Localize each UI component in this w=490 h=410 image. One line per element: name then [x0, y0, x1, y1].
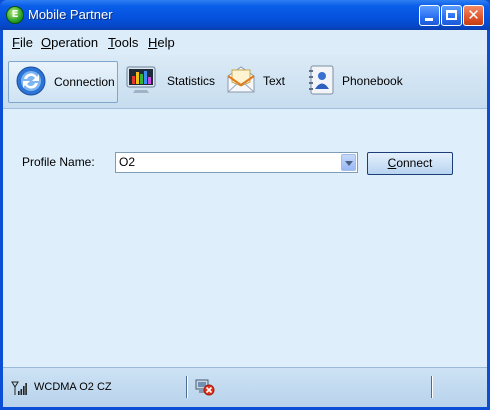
- signal-strength-icon: [11, 381, 27, 395]
- connect-label: onnect: [396, 156, 433, 170]
- main-window: E Mobile Partner ✕ File Operation Tools …: [0, 0, 490, 410]
- menu-operation-accel: O: [41, 35, 52, 50]
- maximize-button[interactable]: [441, 5, 462, 26]
- tab-text[interactable]: Text: [223, 61, 298, 103]
- menu-help-label: elp: [157, 35, 175, 50]
- menu-bar: File Operation Tools Help: [3, 30, 487, 55]
- profile-name-value: O2: [119, 155, 136, 169]
- tab-statistics[interactable]: Statistics: [123, 61, 218, 103]
- status-separator-right: [431, 376, 433, 398]
- tab-text-label: Text: [263, 74, 286, 88]
- status-bar: WCDMA O2 CZ: [3, 367, 487, 407]
- close-icon: ✕: [467, 6, 480, 24]
- menu-operation[interactable]: Operation: [41, 35, 98, 50]
- tab-connection-label: Connection: [54, 75, 115, 89]
- maximize-icon: [446, 10, 457, 20]
- tab-connection[interactable]: Connection: [8, 61, 118, 103]
- network-status: WCDMA O2 CZ: [34, 381, 112, 393]
- menu-tools[interactable]: Tools: [108, 35, 138, 50]
- app-logo-letter: E: [11, 9, 19, 20]
- menu-operation-label: peration: [51, 35, 99, 50]
- app-logo-icon: E: [6, 6, 24, 24]
- menu-file-accel: F: [12, 35, 20, 50]
- menu-tools-label: ools: [114, 35, 139, 50]
- text-message-icon: [227, 66, 255, 93]
- title-bar[interactable]: E Mobile Partner ✕: [0, 0, 490, 30]
- window-title: Mobile Partner: [28, 7, 113, 22]
- chevron-down-icon: [345, 161, 353, 166]
- profile-name-label: Profile Name:: [22, 155, 95, 169]
- connect-accel: C: [387, 156, 397, 170]
- phonebook-icon: [309, 65, 334, 95]
- menu-file-label: ile: [19, 35, 33, 50]
- connection-icon: [16, 66, 46, 96]
- menu-help[interactable]: Help: [148, 35, 175, 50]
- connect-button[interactable]: Connect: [367, 152, 453, 175]
- menu-file[interactable]: File: [12, 35, 33, 50]
- minimize-button[interactable]: [419, 5, 440, 26]
- profile-name-select[interactable]: O2: [115, 152, 358, 173]
- dropdown-button[interactable]: [341, 154, 356, 171]
- tab-phonebook-label: Phonebook: [342, 74, 403, 88]
- tab-phonebook[interactable]: Phonebook: [303, 61, 408, 103]
- status-separator: [186, 376, 188, 398]
- tab-statistics-label: Statistics: [167, 74, 216, 88]
- close-button[interactable]: ✕: [463, 5, 484, 26]
- minimize-icon: [425, 18, 433, 21]
- menu-help-accel: H: [148, 35, 158, 50]
- statistics-icon: [126, 66, 156, 93]
- modem-disconnected-icon: [195, 379, 215, 396]
- connection-panel: Profile Name: O2 Connect: [3, 109, 487, 367]
- client-area: File Operation Tools Help Connection Sta…: [3, 30, 487, 407]
- toolbar: Connection Statistics Text Phonebook: [3, 55, 487, 109]
